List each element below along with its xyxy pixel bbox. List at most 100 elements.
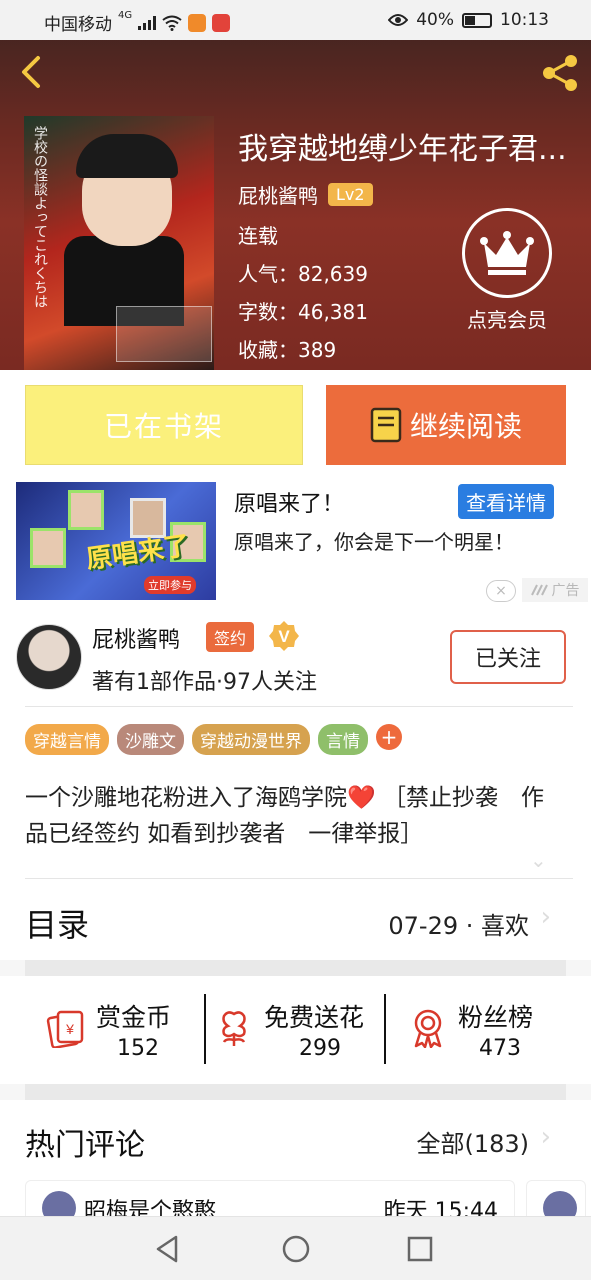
- status-bar: 中国移动 4G 40% 10:13: [0, 0, 591, 40]
- signal-icon: [138, 15, 157, 30]
- author-section: 屁桃酱鸭 签约 V 著有1部作品·97人关注 已关注: [0, 608, 591, 708]
- add-tag-button[interactable]: +: [376, 724, 402, 750]
- chevron-right-icon: ›: [540, 902, 551, 932]
- reward-coins-button[interactable]: ¥ 赏金币 152: [46, 992, 196, 1072]
- section-gap: [25, 960, 566, 976]
- chevron-down-icon[interactable]: ⌄: [530, 848, 547, 872]
- book-title: 我穿越地缚少年花子君...: [238, 132, 567, 167]
- back-icon[interactable]: [16, 54, 52, 90]
- catalog-title: 目录: [25, 906, 90, 944]
- share-icon[interactable]: [539, 52, 581, 94]
- tag-list: 穿越言情 沙雕文 穿越动漫世界 言情 +: [25, 724, 402, 755]
- ad-tag-label: 广告: [551, 583, 580, 599]
- cover-figure-hat: [76, 134, 178, 178]
- popularity-label: 人气：: [238, 262, 298, 286]
- hot-comments-section: 热门评论 全部(183) › 昭梅是个憨憨 昨天 15:44: [0, 1100, 591, 1240]
- favorites-row: 收藏：389: [238, 334, 336, 363]
- reward-label: 免费送花: [264, 1003, 365, 1032]
- battery-icon: [462, 12, 492, 28]
- word-count-value: 46,381: [298, 300, 368, 324]
- ad-image[interactable]: 原唱来了 立即参与: [16, 482, 216, 600]
- crown-icon: [480, 231, 534, 275]
- eye-icon: [388, 14, 409, 26]
- author-avatar[interactable]: [16, 624, 82, 690]
- fan-ranking-button[interactable]: 粉丝榜 473: [408, 992, 558, 1072]
- reward-count: 299: [299, 1036, 341, 1061]
- reward-count: 473: [479, 1036, 521, 1061]
- catalog-row[interactable]: 目录 07-29 · 喜欢 ›: [0, 880, 591, 960]
- carrier-label: 中国移动: [44, 15, 112, 35]
- vip-button[interactable]: 点亮会员: [460, 208, 554, 333]
- in-bookshelf-button[interactable]: 已在书架: [25, 385, 303, 465]
- reward-label: 粉丝榜: [458, 1003, 534, 1032]
- ad-face-2: [130, 498, 166, 538]
- word-count-label: 字数：: [238, 300, 298, 324]
- follow-button[interactable]: 已关注: [450, 630, 566, 684]
- video-app-icon: [188, 13, 207, 32]
- catalog-meta: 07-29 · 喜欢: [388, 912, 529, 940]
- cover-logo: [116, 306, 212, 362]
- favorites-value: 389: [298, 338, 337, 362]
- ad-banner[interactable]: 原唱来了 立即参与 原唱来了！ 查看详情 原唱来了，你会是下一个明星！ × 广告: [0, 480, 591, 608]
- rewards-section: ¥ 赏金币 152 免费送花 299 粉丝榜 473: [0, 976, 591, 1084]
- tag-item[interactable]: 沙雕文: [117, 724, 184, 755]
- continue-reading-label: 继续阅读: [409, 410, 522, 443]
- free-flower-button[interactable]: 免费送花 299: [214, 992, 380, 1072]
- system-nav-bar: [0, 1216, 591, 1280]
- continue-reading-button[interactable]: 继续阅读: [326, 385, 566, 465]
- author-level-badge: Lv2: [328, 183, 373, 206]
- vip-label: 点亮会员: [467, 308, 547, 332]
- ad-network-icon: [530, 584, 548, 596]
- section-divider: [25, 706, 573, 707]
- ad-close-button[interactable]: ×: [486, 580, 516, 602]
- battery-percent: 40%: [416, 10, 454, 30]
- ad-face-3: [30, 528, 66, 568]
- verified-badge-letter: V: [278, 627, 290, 646]
- svg-text:¥: ¥: [65, 1021, 74, 1037]
- tags-section: 穿越言情 沙雕文 穿越动漫世界 言情 + 一个沙雕地花粉进入了海鸥学院❤️ ［禁…: [0, 708, 591, 880]
- book-status: 连载: [238, 224, 278, 248]
- tag-item[interactable]: 穿越言情: [25, 724, 109, 755]
- ad-tag: 广告: [522, 578, 588, 602]
- wifi-icon: [162, 15, 182, 31]
- flower-icon: [222, 1011, 246, 1046]
- cover-title-text: 学校の怪談よってこれくちは: [32, 126, 48, 308]
- section-gap: [25, 1084, 566, 1100]
- nav-back-icon[interactable]: [152, 1233, 184, 1265]
- reward-separator: [384, 994, 386, 1064]
- action-bar: 已在书架 继续阅读: [0, 370, 591, 480]
- popularity-value: 82,639: [298, 262, 368, 286]
- tag-item[interactable]: 穿越动漫世界: [192, 724, 310, 755]
- nav-home-icon[interactable]: [280, 1233, 312, 1265]
- reward-separator: [204, 994, 206, 1064]
- ad-title: 原唱来了！: [234, 492, 345, 517]
- section-divider: [25, 878, 573, 879]
- favorites-label: 收藏：: [238, 338, 298, 362]
- book-header: 中国移动 4G 40% 10:13 学校の怪談よってこれくちは 我穿越地缚少年花…: [0, 0, 591, 370]
- network-type: 4G: [118, 10, 133, 21]
- verified-badge-icon: V: [269, 621, 299, 651]
- reward-label: 赏金币: [96, 1003, 172, 1032]
- book-icon: [370, 407, 402, 443]
- hot-comments-title: 热门评论: [25, 1128, 145, 1163]
- clock: 10:13: [500, 10, 549, 30]
- nav-recents-icon[interactable]: [404, 1233, 436, 1265]
- author-name[interactable]: 屁桃酱鸭: [92, 622, 180, 654]
- ad-description: 原唱来了，你会是下一个明星！: [234, 530, 514, 554]
- ad-face-1: [68, 490, 104, 530]
- book-author[interactable]: 屁桃酱鸭: [238, 180, 318, 209]
- chevron-right-icon: ›: [540, 1122, 551, 1152]
- ad-detail-button[interactable]: 查看详情: [458, 484, 554, 519]
- medal-icon: [414, 1009, 442, 1048]
- popularity-row: 人气：82,639: [238, 258, 368, 287]
- reward-count: 152: [117, 1036, 159, 1061]
- notification-app-icon: [212, 13, 231, 32]
- book-cover[interactable]: 学校の怪談よってこれくちは: [24, 116, 214, 370]
- book-intro: 一个沙雕地花粉进入了海鸥学院❤️ ［禁止抄袭 作品已经签约 如看到抄袭者 一律举…: [25, 785, 544, 847]
- ad-image-join: 立即参与: [144, 576, 196, 594]
- signed-badge: 签约: [206, 622, 255, 652]
- word-count-row: 字数：46,381: [238, 296, 368, 325]
- all-comments-link[interactable]: 全部(183): [416, 1124, 529, 1159]
- ad-image-logo: 原唱来了: [84, 530, 192, 576]
- tag-item[interactable]: 言情: [318, 724, 368, 755]
